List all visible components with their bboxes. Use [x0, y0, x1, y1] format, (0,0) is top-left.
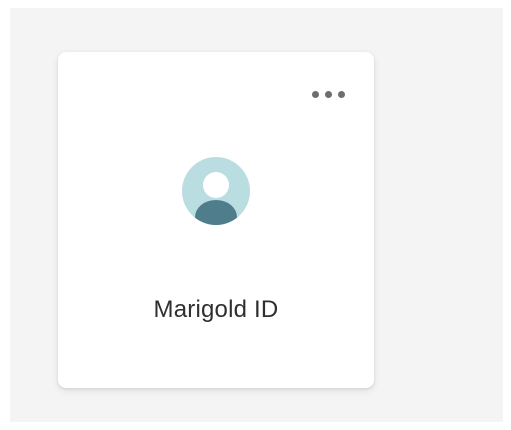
more-horizontal-icon — [337, 90, 345, 98]
more-horizontal-icon — [324, 90, 332, 98]
card-title: Marigold ID — [153, 296, 279, 323]
workspace-canvas: Marigold ID — [10, 8, 503, 422]
more-horizontal-icon — [311, 90, 319, 98]
id-card[interactable]: Marigold ID — [58, 52, 374, 388]
user-avatar-icon — [182, 157, 250, 225]
more-options-button[interactable] — [304, 82, 352, 106]
